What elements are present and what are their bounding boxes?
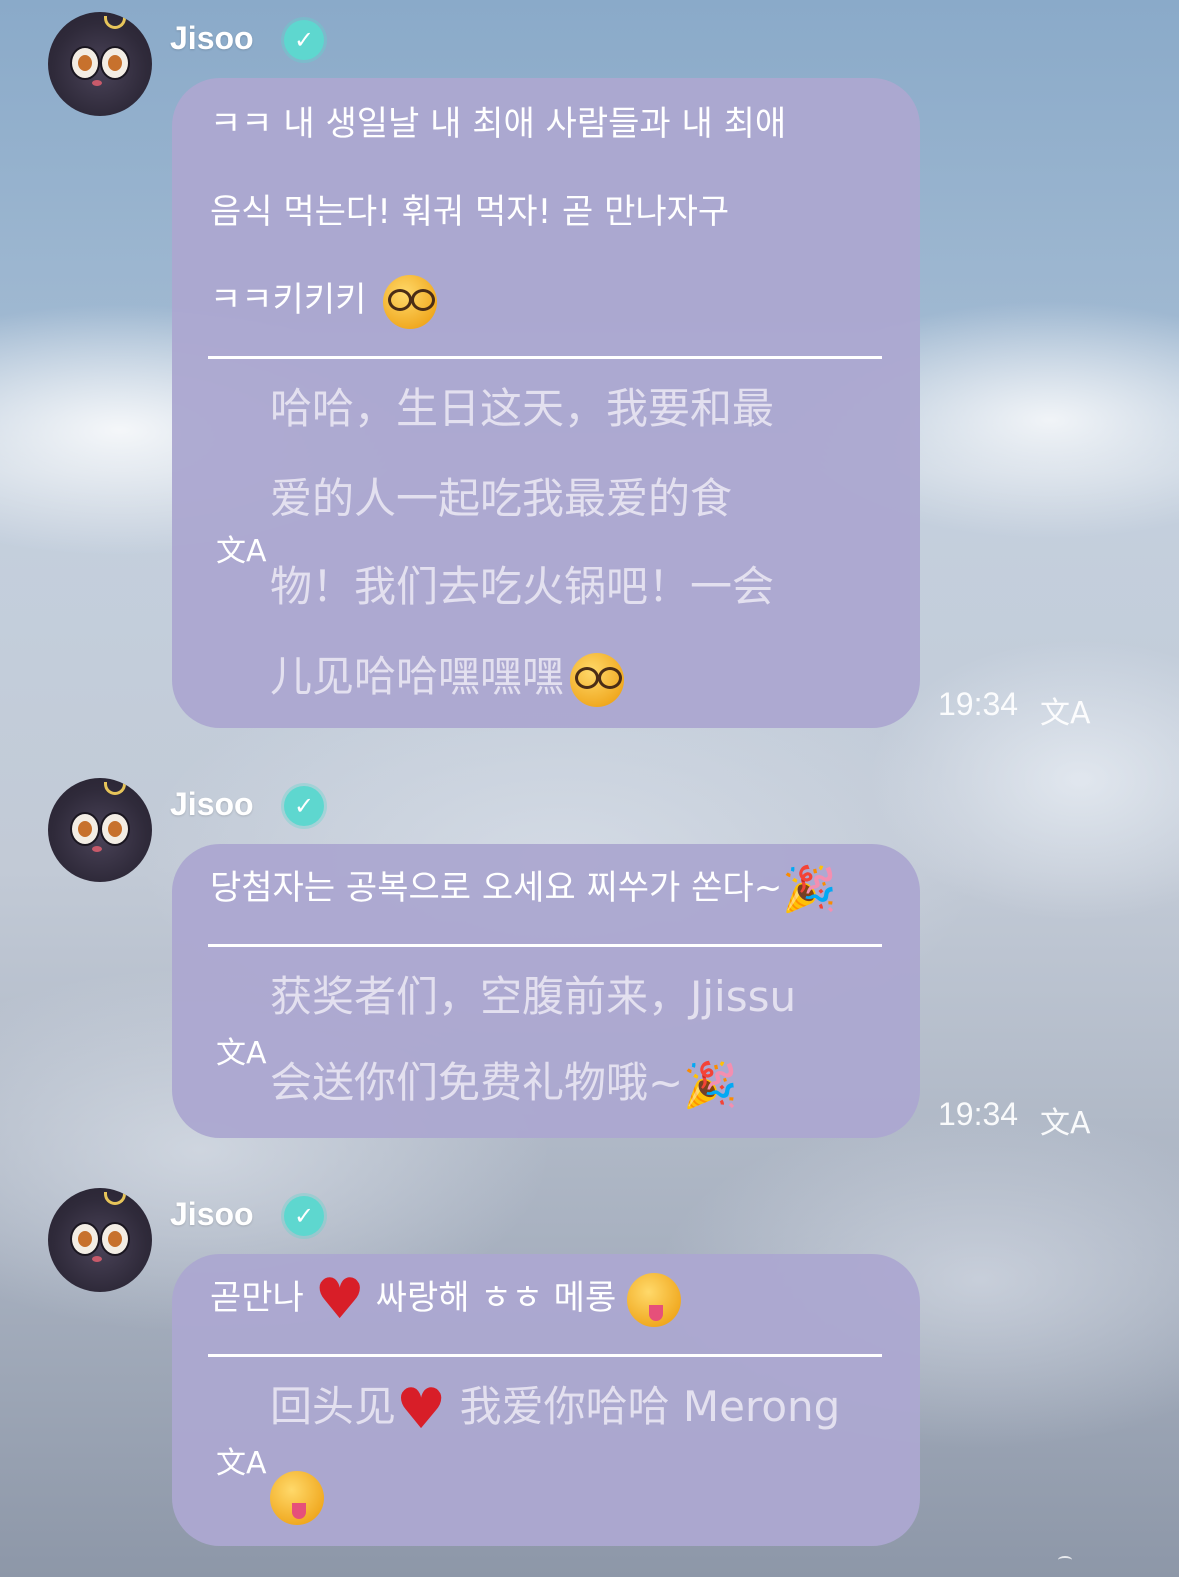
translation-line-text: 回头见	[270, 1382, 397, 1431]
sender-name[interactable]: Jisoo	[170, 20, 254, 57]
nerd-face-emoji	[383, 274, 438, 329]
verified-badge-icon: ✓	[284, 20, 324, 60]
translation-divider	[208, 356, 882, 359]
korean-line-text: ㅋㅋ키키키	[210, 280, 367, 320]
translate-icon[interactable]: 文A	[216, 1438, 267, 1482]
translation-divider	[208, 1354, 882, 1357]
scroll-indicator	[1058, 1556, 1072, 1564]
korean-line: ㅋㅋ키키키	[210, 256, 890, 344]
korean-line: 곧만나 ♥ 싸랑해 ㅎㅎ 메롱	[210, 1254, 890, 1342]
translation-line: 爱的人一起吃我最爱的食	[270, 474, 733, 523]
translation-line	[270, 1450, 880, 1540]
translation-divider	[208, 944, 882, 947]
message-bubble[interactable]: 곧만나 ♥ 싸랑해 ㅎㅎ 메롱 文A 回头见♥ 我爱你哈哈 Merong	[172, 1254, 920, 1546]
translation-line-text: 会送你们免费礼物哦~	[270, 1058, 684, 1107]
translation-line-text: 儿见哈哈嘿嘿嘿	[270, 652, 565, 701]
message-bubble[interactable]: ㅋㅋ 내 생일날 내 최애 사람들과 내 최애 음식 먹는다! 훠궈 먹자! 곧…	[172, 78, 920, 728]
korean-line-text: 당첨자는 공복으로 오세요 찌쑤가 쏜다~	[210, 868, 783, 908]
translation-line: 物！我们去吃火锅吧！一会	[270, 562, 775, 611]
verified-badge-icon: ✓	[284, 1196, 324, 1236]
korean-line: 음식 먹는다! 훠궈 먹자! 곧 만나자구	[210, 192, 730, 232]
translation-line: 获奖者们，空腹前来，Jjissu	[270, 972, 797, 1021]
translation-line: 会送你们免费礼物哦~🎉	[270, 1038, 880, 1128]
translate-icon[interactable]: 文A	[216, 1028, 267, 1072]
nerd-face-emoji	[570, 652, 625, 707]
translate-icon[interactable]: 文A	[1040, 1098, 1091, 1142]
tongue-face-emoji	[627, 1272, 682, 1327]
avatar[interactable]	[48, 778, 152, 882]
tongue-face-emoji	[270, 1470, 324, 1525]
korean-line-text: 곧만나	[210, 1278, 304, 1318]
translate-icon[interactable]: 文A	[1040, 688, 1091, 732]
translation-line: 儿见哈哈嘿嘿嘿	[270, 632, 880, 722]
red-heart-emoji: ♥	[314, 1266, 365, 1332]
translate-icon[interactable]: 文A	[216, 526, 267, 570]
translation-line: 哈哈，生日这天，我要和最	[270, 384, 775, 433]
sender-name[interactable]: Jisoo	[170, 1196, 254, 1233]
message-time: 19:34	[938, 1096, 1019, 1132]
translation-line-text: 我爱你哈哈 Merong	[459, 1382, 841, 1431]
party-popper-emoji: 🎉	[782, 863, 837, 915]
translation-line: 回头见♥ 我爱你哈哈 Merong	[270, 1362, 880, 1452]
message-bubble[interactable]: 당첨자는 공복으로 오세요 찌쑤가 쏜다~🎉 文A 获奖者们，空腹前来，Jjis…	[172, 844, 920, 1138]
avatar[interactable]	[48, 1188, 152, 1292]
avatar[interactable]	[48, 12, 152, 116]
korean-line-text: 싸랑해 ㅎㅎ 메롱	[375, 1278, 617, 1318]
party-popper-emoji: 🎉	[683, 1059, 738, 1111]
verified-badge-icon: ✓	[284, 786, 324, 826]
red-heart-emoji: ♥	[396, 1376, 447, 1442]
message-time: 19:34	[938, 686, 1019, 722]
korean-line: ㅋㅋ 내 생일날 내 최애 사람들과 내 최애	[210, 104, 787, 144]
sender-name[interactable]: Jisoo	[170, 786, 254, 823]
korean-line: 당첨자는 공복으로 오세요 찌쑤가 쏜다~🎉	[210, 844, 890, 932]
